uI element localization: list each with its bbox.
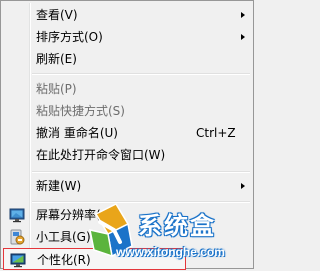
menu-separator bbox=[32, 73, 250, 75]
menu-item-label: 粘贴快捷方式(S) bbox=[36, 104, 125, 118]
submenu-arrow-icon bbox=[241, 34, 245, 40]
menu-item-paste: 粘贴(P) bbox=[3, 78, 251, 100]
context-menu: 查看(V) 排序方式(O) 刷新(E) 粘贴(P) 粘贴快捷方式(S) 撤消 重… bbox=[0, 0, 254, 270]
menu-item-label: 小工具(G) bbox=[36, 230, 91, 244]
menu-item-paste-shortcut: 粘贴快捷方式(S) bbox=[3, 100, 251, 122]
menu-item-label: 排序方式(O) bbox=[36, 30, 103, 44]
gadgets-icon bbox=[9, 229, 25, 245]
submenu-arrow-icon bbox=[241, 183, 245, 189]
menu-item-label: 个性化(R) bbox=[37, 253, 91, 267]
menu-item-view[interactable]: 查看(V) bbox=[3, 4, 251, 26]
menu-item-label: 刷新(E) bbox=[36, 52, 77, 66]
menu-item-screen-resolution[interactable]: 屏幕分辨率(C) bbox=[3, 204, 251, 226]
menu-item-shortcut: Ctrl+Z bbox=[196, 126, 236, 140]
menu-item-label: 在此处打开命令窗口(W) bbox=[36, 148, 166, 162]
personalize-icon bbox=[10, 252, 26, 268]
menu-item-label: 屏幕分辨率(C) bbox=[36, 208, 114, 222]
menu-item-label: 查看(V) bbox=[36, 8, 78, 22]
menu-item-label: 撤消 重命名(U) bbox=[36, 126, 118, 140]
menu-item-undo-rename[interactable]: 撤消 重命名(U) Ctrl+Z bbox=[3, 122, 251, 144]
menu-item-gadgets[interactable]: 小工具(G) bbox=[3, 226, 251, 248]
submenu-arrow-icon bbox=[241, 12, 245, 18]
menu-item-open-command-window[interactable]: 在此处打开命令窗口(W) bbox=[3, 144, 251, 166]
menu-item-refresh[interactable]: 刷新(E) bbox=[3, 48, 251, 70]
menu-item-label: 粘贴(P) bbox=[36, 82, 77, 96]
menu-item-personalize[interactable]: 个性化(R) bbox=[3, 248, 186, 270]
menu-separator bbox=[32, 171, 250, 173]
menu-separator bbox=[32, 201, 250, 203]
menu-item-new[interactable]: 新建(W) bbox=[3, 175, 251, 197]
screen-resolution-icon bbox=[9, 207, 25, 223]
menu-item-sort-by[interactable]: 排序方式(O) bbox=[3, 26, 251, 48]
menu-item-label: 新建(W) bbox=[36, 179, 82, 193]
